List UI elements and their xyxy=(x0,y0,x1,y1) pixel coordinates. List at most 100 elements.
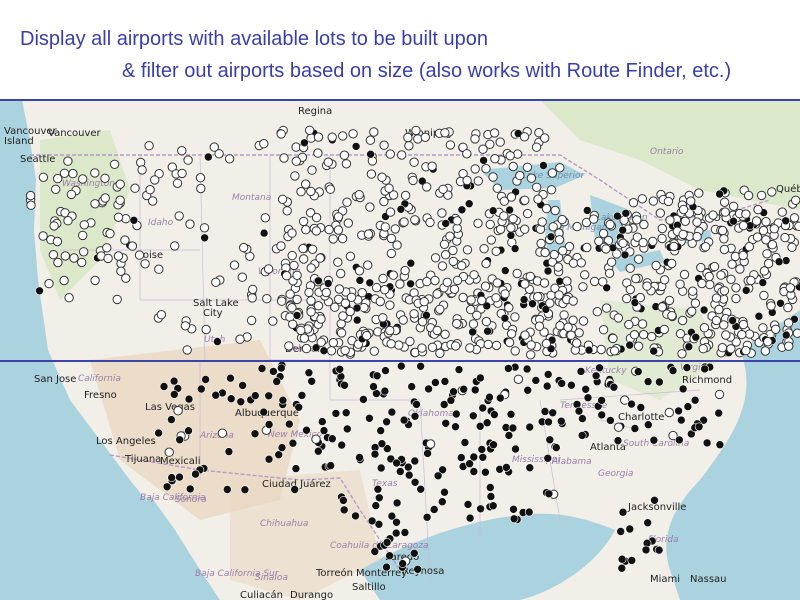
airport-marker-built[interactable] xyxy=(691,332,701,342)
airport-marker-built[interactable] xyxy=(616,527,626,536)
airport-marker-built[interactable] xyxy=(331,409,341,418)
airport-marker-available[interactable] xyxy=(692,231,702,242)
airport-marker-available[interactable] xyxy=(694,188,704,198)
airport-marker-available[interactable] xyxy=(532,182,542,193)
airport-marker-built[interactable] xyxy=(351,142,361,151)
airport-marker-available[interactable] xyxy=(752,232,763,242)
airport-marker-available[interactable] xyxy=(520,224,530,234)
airport-marker-available[interactable] xyxy=(519,132,530,142)
airport-marker-available[interactable] xyxy=(568,258,579,268)
airport-marker-built[interactable] xyxy=(485,483,495,492)
airport-marker-built[interactable] xyxy=(754,311,764,321)
airport-marker-available[interactable] xyxy=(425,217,435,228)
airport-marker-available[interactable] xyxy=(342,197,352,207)
airport-marker-available[interactable] xyxy=(386,339,396,349)
airport-marker-built[interactable] xyxy=(551,443,561,452)
airport-marker-available[interactable] xyxy=(363,229,374,239)
airport-marker-built[interactable] xyxy=(488,206,498,215)
airport-marker-available[interactable] xyxy=(422,276,432,287)
airport-marker-available[interactable] xyxy=(546,185,557,195)
airport-marker-available[interactable] xyxy=(719,244,730,255)
airport-marker-available[interactable] xyxy=(550,205,560,216)
airport-marker-built[interactable] xyxy=(154,428,163,438)
airport-marker-available[interactable] xyxy=(478,144,488,154)
airport-marker-built[interactable] xyxy=(620,250,630,260)
airport-marker-available[interactable] xyxy=(78,230,88,241)
airport-marker-available[interactable] xyxy=(235,334,245,344)
airport-marker-available[interactable] xyxy=(769,224,779,234)
airport-marker-built[interactable] xyxy=(643,518,653,528)
airport-marker-available[interactable] xyxy=(470,164,480,174)
airport-marker-available[interactable] xyxy=(462,245,473,255)
airport-marker-built[interactable] xyxy=(392,517,401,527)
airport-marker-available[interactable] xyxy=(510,346,520,356)
airport-marker-built[interactable] xyxy=(175,435,184,445)
airport-marker-available[interactable] xyxy=(44,278,54,289)
airport-marker-available[interactable] xyxy=(380,285,390,295)
airport-marker-available[interactable] xyxy=(485,219,495,230)
airport-marker-built[interactable] xyxy=(200,233,209,243)
airport-marker-built[interactable] xyxy=(774,257,784,266)
airport-marker-built[interactable] xyxy=(475,421,485,431)
airport-marker-available[interactable] xyxy=(177,146,187,156)
airport-marker-available[interactable] xyxy=(288,319,298,330)
airport-marker-available[interactable] xyxy=(704,271,714,282)
airport-marker-built[interactable] xyxy=(342,424,352,434)
airport-marker-available[interactable] xyxy=(783,318,794,328)
airport-marker-available[interactable] xyxy=(690,298,701,308)
airport-marker-available[interactable] xyxy=(183,155,193,165)
airport-marker-built[interactable] xyxy=(387,407,397,417)
airport-marker-available[interactable] xyxy=(495,224,506,235)
airport-marker-available[interactable] xyxy=(301,225,311,235)
airport-marker-available[interactable] xyxy=(439,239,450,250)
airport-marker-built[interactable] xyxy=(319,346,329,355)
airport-marker-available[interactable] xyxy=(306,263,316,273)
airport-marker-available[interactable] xyxy=(678,204,689,215)
airport-marker-available[interactable] xyxy=(465,343,475,353)
airport-marker-available[interactable] xyxy=(49,221,59,231)
airport-marker-built[interactable] xyxy=(557,379,567,388)
airport-marker-built[interactable] xyxy=(522,364,532,374)
airport-marker-available[interactable] xyxy=(154,264,164,274)
airport-marker-built[interactable] xyxy=(410,411,420,421)
airport-marker-built[interactable] xyxy=(185,484,195,494)
airport-marker-available[interactable] xyxy=(334,284,345,294)
airport-marker-available[interactable] xyxy=(313,148,323,158)
airport-marker-available[interactable] xyxy=(462,175,472,186)
airport-marker-built[interactable] xyxy=(476,504,485,514)
airport-marker-available[interactable] xyxy=(51,184,61,195)
airport-marker-available[interactable] xyxy=(363,260,373,270)
airport-marker-built[interactable] xyxy=(323,279,333,288)
airport-marker-available[interactable] xyxy=(276,241,286,251)
airport-marker-available[interactable] xyxy=(534,321,545,331)
airport-marker-available[interactable] xyxy=(633,254,644,264)
airport-marker-available[interactable] xyxy=(526,340,536,350)
airport-marker-available[interactable] xyxy=(719,286,730,296)
airport-marker-built[interactable] xyxy=(398,559,407,568)
airport-marker-available[interactable] xyxy=(440,329,450,340)
airport-marker-built[interactable] xyxy=(259,228,269,238)
airport-marker-built[interactable] xyxy=(502,463,511,472)
airport-marker-built[interactable] xyxy=(159,382,169,391)
airport-marker-available[interactable] xyxy=(592,307,602,317)
airport-marker-built[interactable] xyxy=(633,367,643,376)
airport-marker-available[interactable] xyxy=(787,242,797,253)
airport-marker-built[interactable] xyxy=(446,396,456,405)
airport-marker-built[interactable] xyxy=(197,384,206,394)
airport-marker-available[interactable] xyxy=(639,219,649,230)
airport-marker-built[interactable] xyxy=(399,415,409,425)
airport-marker-available[interactable] xyxy=(727,259,737,269)
airport-marker-built[interactable] xyxy=(627,399,636,409)
airport-marker-available[interactable] xyxy=(304,125,315,135)
airport-marker-available[interactable] xyxy=(688,286,698,296)
airport-marker-built[interactable] xyxy=(676,415,686,425)
airport-marker-available[interactable] xyxy=(185,219,195,229)
airport-marker-available[interactable] xyxy=(105,228,115,239)
airport-marker-available[interactable] xyxy=(473,218,483,229)
airport-marker-built[interactable] xyxy=(224,447,234,456)
airport-marker-built[interactable] xyxy=(284,419,294,429)
airport-marker-available[interactable] xyxy=(520,330,530,340)
airport-marker-built[interactable] xyxy=(441,418,451,428)
airport-marker-built[interactable] xyxy=(581,384,591,394)
airport-marker-available[interactable] xyxy=(333,257,343,267)
